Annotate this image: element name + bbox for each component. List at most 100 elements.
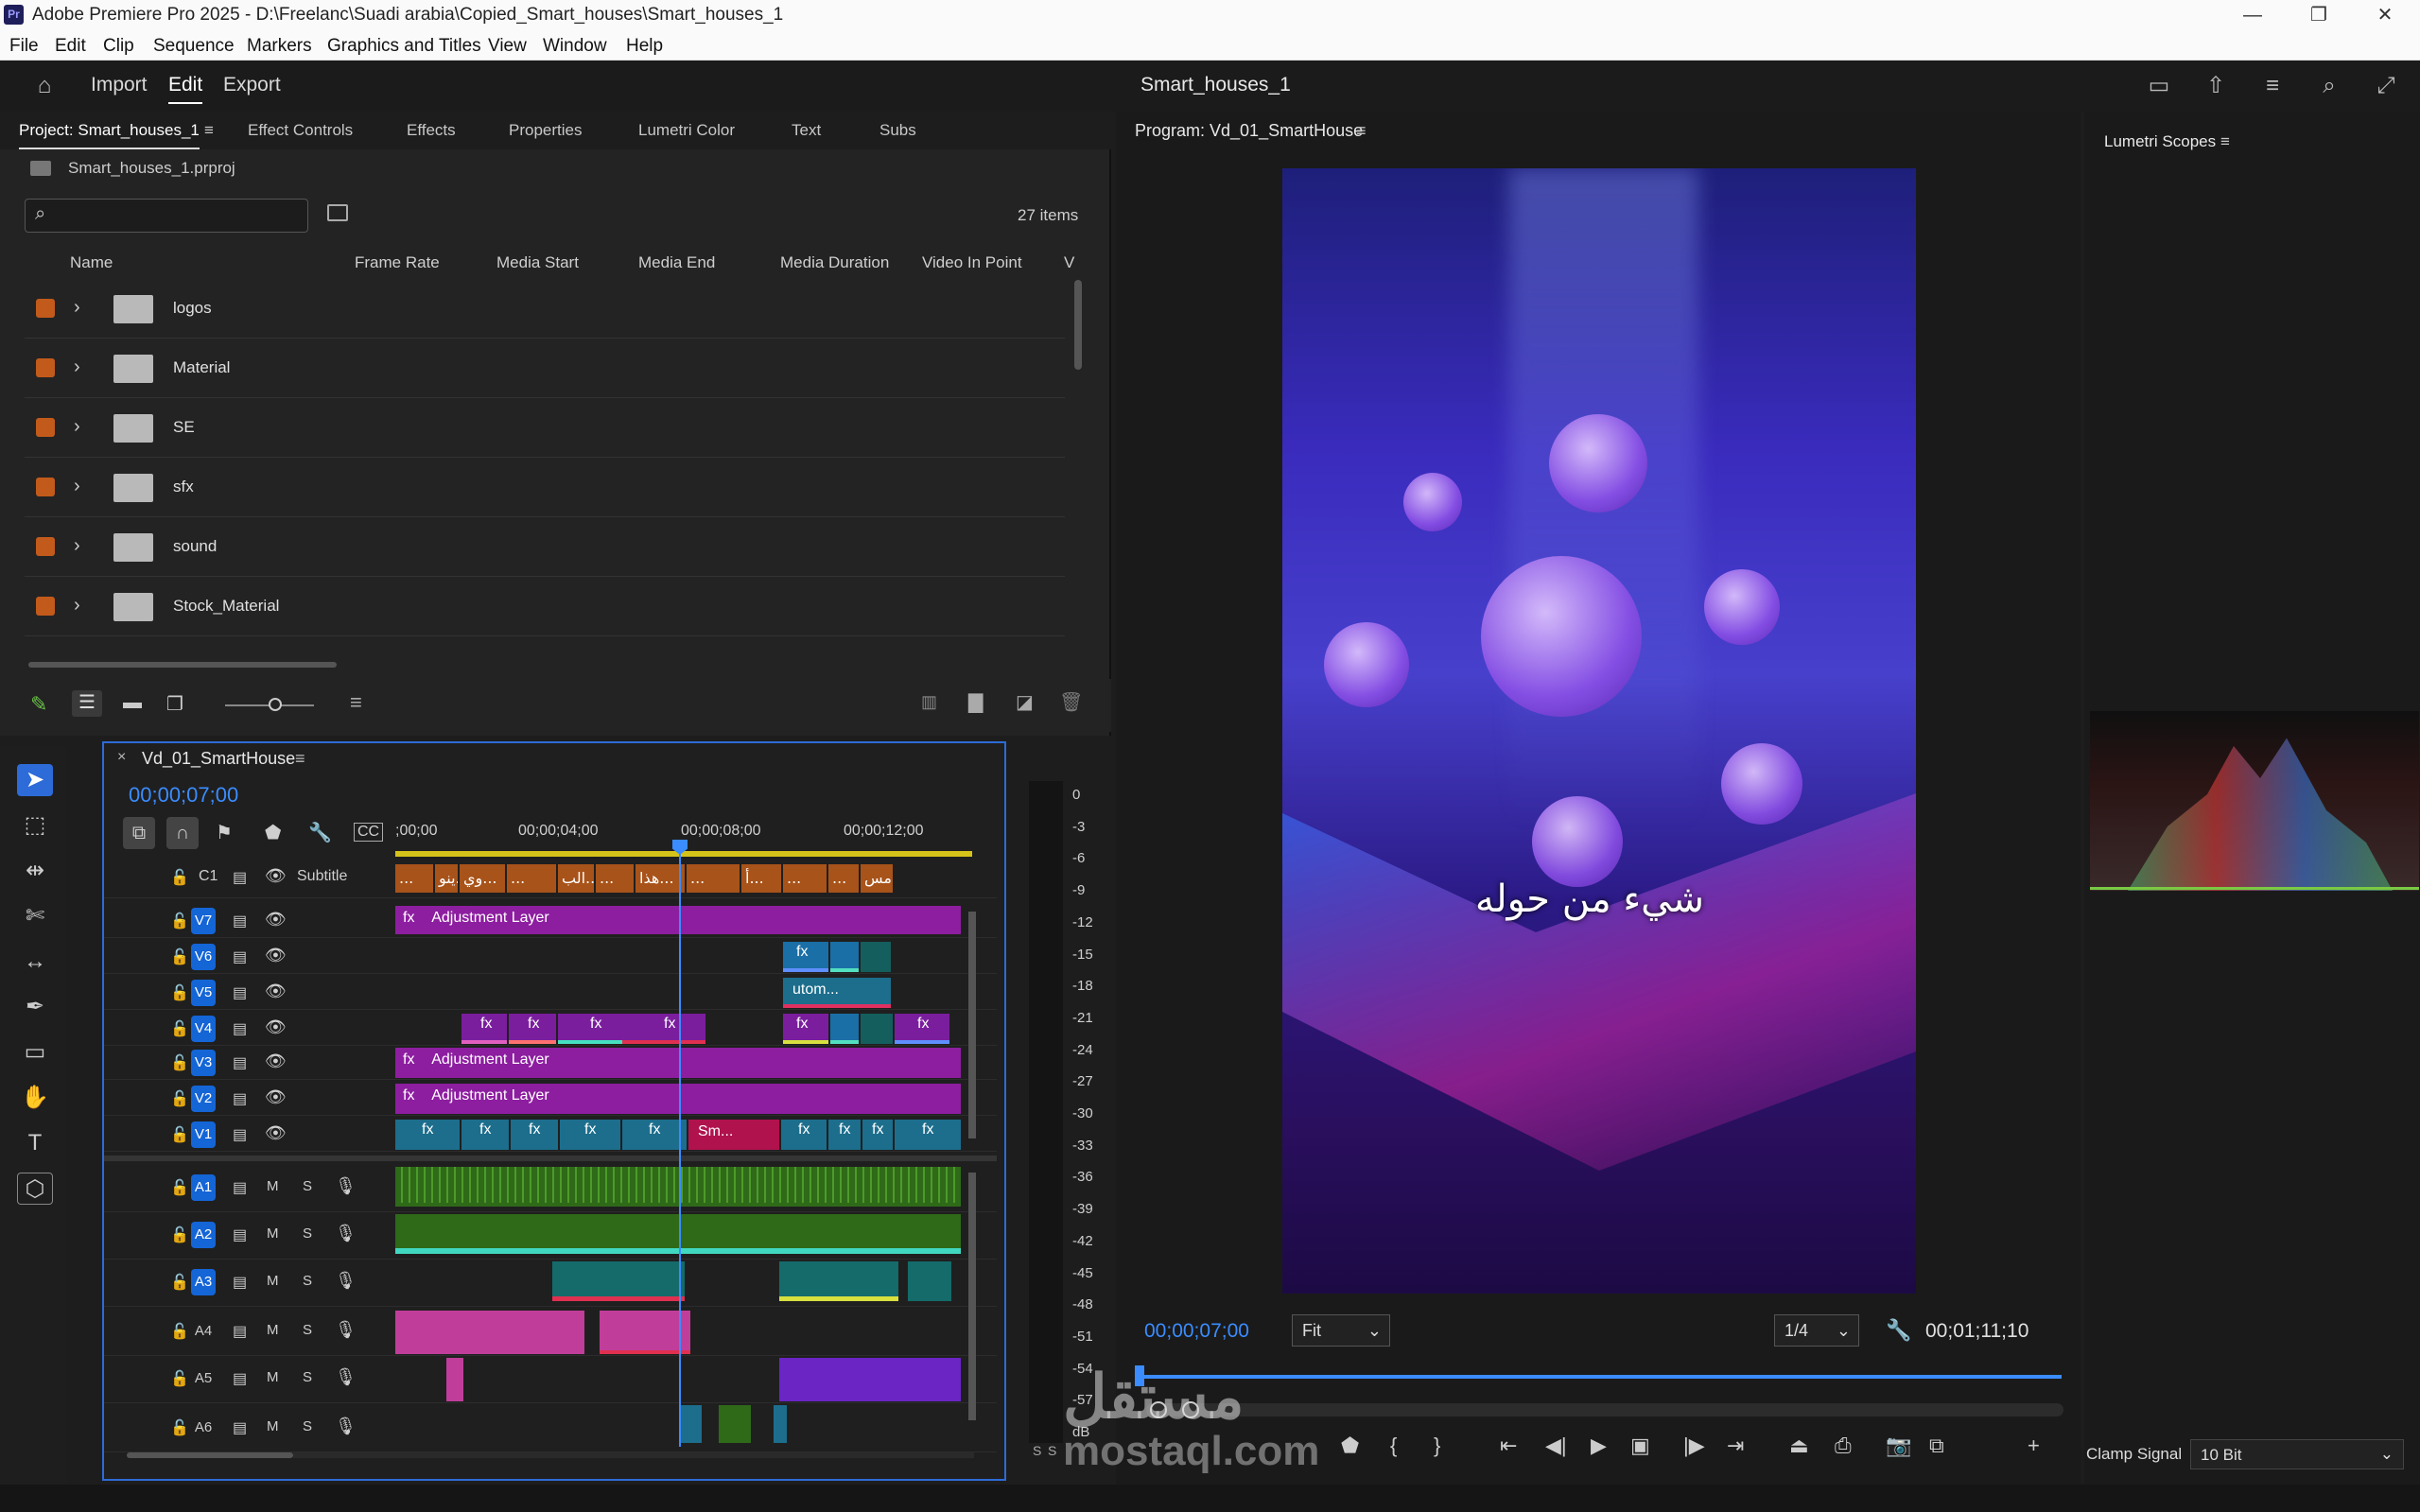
eye-icon[interactable]: 👁 [265,866,287,886]
pencil-icon[interactable]: ✎ [30,692,47,717]
lock-icon[interactable]: 🔓 [170,947,189,966]
video-clip[interactable] [830,942,859,972]
lock-icon[interactable]: 🔓 [170,1418,189,1437]
eye-icon[interactable]: 👁 [265,1123,287,1143]
track-target-a4[interactable]: A4 [191,1318,216,1345]
sync-lock-icon[interactable]: ▤ [233,1178,247,1197]
list-view-icon[interactable]: ☰ [72,690,102,717]
workspace-export[interactable]: Export [223,74,281,96]
audio-clip[interactable] [774,1405,787,1443]
video-clip[interactable]: fx [862,1120,893,1150]
microphone-icon[interactable]: 🎙 [335,1416,357,1436]
new-bin-icon[interactable]: ▇ [968,690,983,714]
sync-lock-icon[interactable]: ▤ [233,1053,247,1072]
program-timecode[interactable]: 00;00;07;00 [1144,1320,1249,1343]
tab-menu-icon[interactable]: ≡ [204,121,214,140]
program-menu-icon[interactable]: ≡ [1356,121,1367,141]
microphone-icon[interactable]: 🎙 [335,1367,357,1387]
new-search-bin-icon[interactable] [327,204,348,221]
step-forward-icon[interactable]: |▶ [1683,1434,1705,1458]
video-clip[interactable]: fx [622,1014,705,1044]
project-search-input[interactable]: ⌕ [25,199,308,233]
column-video-in-point[interactable]: Video In Point [922,253,1022,272]
folder-row[interactable]: › sound [25,518,1065,577]
caption-clip[interactable]: ... [596,864,634,893]
project-scrollbar[interactable] [1074,280,1082,370]
sort-icon[interactable]: ≡ [350,690,362,715]
compare-view-icon[interactable]: ⧉ [1929,1434,1944,1458]
snap-icon[interactable]: ∩ [166,817,199,849]
type-tool-icon[interactable]: T [17,1127,53,1159]
lock-icon[interactable]: 🔓 [170,1369,189,1388]
caption-clip[interactable]: ... [828,864,859,893]
sync-lock-icon[interactable]: ▤ [233,1225,247,1244]
column-media-start[interactable]: Media Start [496,253,579,272]
mute-button[interactable]: M [267,1369,279,1385]
video-clip[interactable]: fx [622,1120,687,1150]
close-sequence-icon[interactable]: × [117,749,126,766]
add-marker-icon[interactable]: ⬟ [1341,1434,1359,1458]
menu-help[interactable]: Help [626,36,663,57]
lock-icon[interactable]: 🔓 [170,1225,189,1244]
microphone-icon[interactable]: 🎙 [335,1224,357,1243]
video-clip[interactable]: fx [895,1120,961,1150]
track-target-v4[interactable]: V4 [191,1016,216,1042]
tab-effects[interactable]: Effects [407,121,456,140]
solo-button[interactable]: S [303,1273,312,1289]
label-color-swatch[interactable] [36,478,55,496]
menu-sequence[interactable]: Sequence [153,36,235,57]
folder-row[interactable]: › SE [25,399,1065,458]
video-clip[interactable]: fx [895,1014,949,1044]
automate-sequence-icon[interactable]: ▥ [921,692,937,712]
panel-layout-icon[interactable]: ▭ [2145,72,2173,100]
mark-out-icon[interactable]: } [1434,1434,1440,1458]
video-vertical-scrollbar[interactable] [968,912,976,1138]
mark-in-icon[interactable]: { [1390,1434,1397,1458]
solo-button[interactable]: S [303,1322,312,1338]
play-in-to-out-icon[interactable]: ▣ [1630,1434,1650,1458]
label-color-swatch[interactable] [36,299,55,318]
eye-icon[interactable]: 👁 [265,910,287,930]
audio-clip[interactable] [552,1261,685,1301]
lock-icon[interactable]: 🔓 [170,1089,189,1108]
audio-clip[interactable] [600,1311,690,1354]
sync-lock-icon[interactable]: ▤ [233,1369,247,1388]
column-media-duration[interactable]: Media Duration [780,253,889,272]
lock-icon[interactable]: 🔓 [170,983,189,1002]
sequence-tab[interactable]: Vd_01_SmartHouse [142,749,295,769]
trash-icon[interactable]: 🗑 [1059,690,1083,714]
lock-icon[interactable]: 🔓 [170,1322,189,1341]
video-clip[interactable]: fx [560,1120,620,1150]
tab-properties[interactable]: Properties [509,121,582,140]
caption-clip[interactable]: ... [687,864,740,893]
audio-clip[interactable] [395,1311,584,1354]
caption-clip[interactable]: ينو... [435,864,458,893]
tab-subs[interactable]: Subs [879,121,916,140]
column-frame-rate[interactable]: Frame Rate [355,253,440,272]
video-clip[interactable]: fx [395,1120,460,1150]
lift-icon[interactable]: ⏏ [1789,1434,1809,1458]
sync-lock-icon[interactable]: ▤ [233,1322,247,1341]
track-target-v1[interactable]: V1 [191,1121,216,1148]
minimize-button[interactable]: — [2224,2,2281,28]
microphone-icon[interactable]: 🎙 [335,1271,357,1291]
microphone-icon[interactable]: 🎙 [335,1176,357,1196]
lock-icon[interactable]: 🔓 [170,1125,189,1144]
audio-vertical-scrollbar[interactable] [968,1173,976,1420]
caption-clip[interactable]: ... [783,864,827,893]
label-color-swatch[interactable] [36,597,55,616]
track-target-a6[interactable]: A6 [191,1415,216,1441]
tab-project[interactable]: Project: Smart_houses_1 [19,121,200,149]
menu-graphics-titles[interactable]: Graphics and Titles [327,36,481,57]
workspace-edit[interactable]: Edit [168,74,203,104]
hand-tool-icon[interactable]: ✋ [17,1082,53,1114]
caption-clip[interactable]: مس... [861,864,893,893]
workspace-import[interactable]: Import [91,74,148,96]
meter-solo-left[interactable]: S [1033,1443,1041,1458]
sync-lock-icon[interactable]: ▤ [233,868,247,887]
settings-wrench-icon[interactable]: 🔧 [308,821,332,844]
zoom-slider-handle[interactable] [269,698,282,711]
eye-icon[interactable]: 👁 [265,1051,287,1071]
track-divider[interactable] [104,1156,997,1161]
chevron-right-icon[interactable]: › [74,535,80,557]
